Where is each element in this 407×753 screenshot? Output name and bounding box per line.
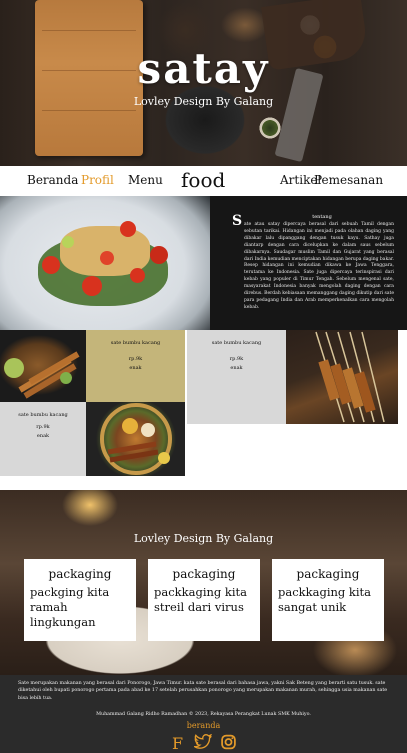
menu-card-title: sate bumbu kacang xyxy=(211,340,262,346)
board-grain xyxy=(42,110,136,111)
main-nav: Beranda Profil Menu food Artikel Pemesan… xyxy=(0,166,407,196)
footer: Sate merupakan makanan yang berasal dari… xyxy=(0,675,407,753)
nav-item-menu[interactable]: Menu xyxy=(128,173,163,187)
hero-subtitle: Lovley Design By Galang xyxy=(133,95,274,108)
banner-title: Lovley Design By Galang xyxy=(133,532,274,545)
menu-card-status: enak xyxy=(129,365,142,371)
footer-home-link[interactable]: beranda xyxy=(0,721,407,730)
menu-card-status: enak xyxy=(36,433,50,439)
menu-card[interactable]: sate bumbu kacang rp.9k enak xyxy=(0,402,86,476)
packaging-card-body: packkaging kita streil dari virus xyxy=(154,585,248,614)
article-dropcap: S xyxy=(232,213,243,229)
nav-item-food[interactable]: food xyxy=(181,168,225,192)
packaging-card-heading: packaging xyxy=(296,567,360,581)
satay-bowl-art xyxy=(100,403,172,475)
menu-card-price: rp.9k xyxy=(36,424,50,430)
satay-skewers-image xyxy=(286,330,398,424)
packaging-card-body: packging kita ramah lingkungan xyxy=(30,585,110,629)
about-section: tentang S ate atau satay dipercaya beras… xyxy=(0,196,407,330)
article-body: ate atau satay dipercaya berasal dari se… xyxy=(244,222,394,310)
packaging-card-heading: packaging xyxy=(172,567,236,581)
board-grain xyxy=(42,30,136,31)
nav-item-beranda[interactable]: Beranda xyxy=(27,173,78,187)
packaging-card-body: packkaging kita sangat unik xyxy=(278,585,372,614)
menu-card-price: rp.9k xyxy=(128,356,143,362)
nav-item-profil[interactable]: Profil xyxy=(81,173,114,187)
empty-space xyxy=(185,424,398,476)
menu-card[interactable]: sate bumbu kacang rp.9k enak xyxy=(187,330,286,424)
twitter-icon[interactable] xyxy=(194,734,212,750)
satay-skewers-art xyxy=(315,331,385,423)
packaging-card: packaging packkaging kita sangat unik xyxy=(272,559,384,641)
instagram-icon[interactable] xyxy=(220,734,237,750)
hero-banner: satay Lovley Design By Galang xyxy=(0,0,407,166)
satay-plate-art xyxy=(4,351,80,399)
menu-card[interactable]: sate bumbu kacang rp.9k enak xyxy=(86,330,185,402)
site-logo-title: satay xyxy=(137,44,270,93)
nav-item-pemesanan[interactable]: Pemesanan xyxy=(314,173,383,187)
packaging-banner: Lovley Design By Galang packaging packgi… xyxy=(0,490,407,675)
packaging-card: packaging packkaging kita streil dari vi… xyxy=(148,559,260,641)
article-heading: tentang xyxy=(312,214,332,220)
menu-card-title: sate bumbu kacang xyxy=(18,412,68,418)
satay-plate-image xyxy=(0,330,86,402)
footer-description: Sate merupakan makanan yang berasal dari… xyxy=(18,681,388,701)
menu-card-price: rp.9k xyxy=(229,356,244,362)
facebook-icon[interactable]: F xyxy=(172,734,186,752)
footer-credit: Muhammad Galang Ridho Ramadhan © 2023, R… xyxy=(96,712,311,717)
packaging-card-heading: packaging xyxy=(48,567,112,581)
pasta-salad-image xyxy=(0,196,210,330)
menu-card-title: sate bumbu kacang xyxy=(110,340,161,346)
packaging-card: packaging packging kita ramah lingkungan xyxy=(24,559,136,641)
menu-card-status: enak xyxy=(230,365,243,371)
satay-bowl-image xyxy=(86,402,185,476)
